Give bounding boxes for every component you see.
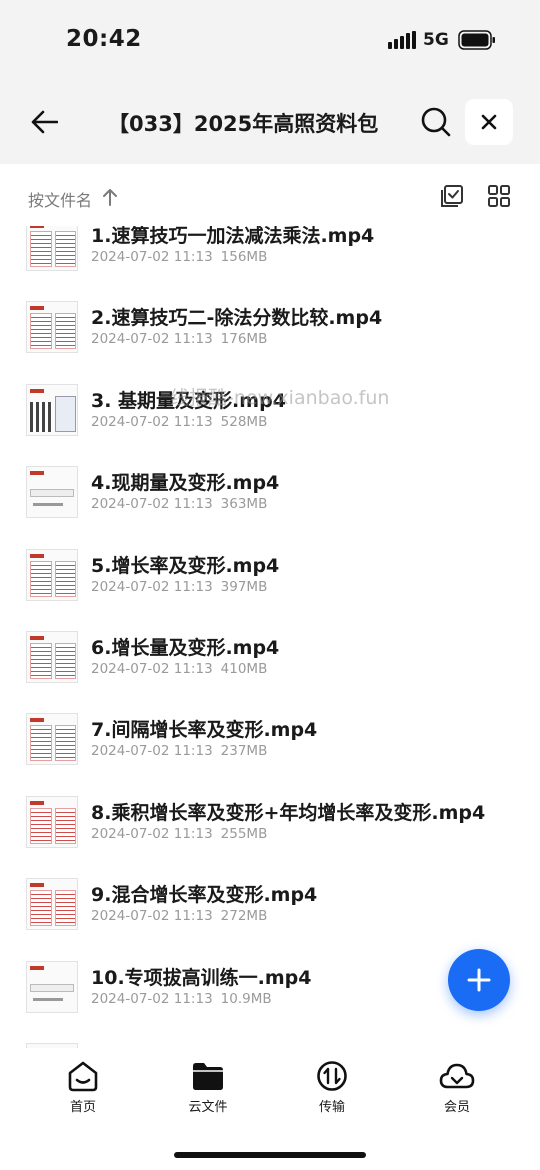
close-icon bbox=[481, 114, 497, 130]
tab-home[interactable]: 首页 bbox=[43, 1060, 123, 1130]
file-name: 9.混合增长率及变形.mp4 bbox=[91, 884, 318, 907]
grid-view-icon[interactable] bbox=[487, 184, 511, 208]
file-date: 2024-07-02 11:13 bbox=[91, 413, 213, 430]
file-row[interactable]: 1.速算技巧一加法减法乘法.mp4 2024-07-02 11:13 156MB bbox=[0, 226, 540, 287]
file-name: 1.速算技巧一加法减法乘法.mp4 bbox=[91, 226, 375, 247]
multi-select-icon[interactable] bbox=[440, 184, 464, 208]
battery-icon bbox=[458, 30, 495, 50]
file-size: 528MB bbox=[220, 413, 268, 430]
video-thumbnail bbox=[26, 713, 78, 766]
signal-icon bbox=[388, 31, 416, 49]
status-time: 20:42 bbox=[66, 26, 142, 52]
tab-home-label: 首页 bbox=[69, 1100, 96, 1115]
search-button[interactable] bbox=[418, 104, 454, 140]
status-bar: 20:42 5G bbox=[0, 0, 540, 80]
file-name: 6.增长量及变形.mp4 bbox=[91, 636, 280, 659]
tab-cloud-files-label: 云文件 bbox=[188, 1100, 228, 1115]
file-date: 2024-07-02 11:13 bbox=[91, 249, 213, 265]
sort-ascending-icon[interactable] bbox=[102, 188, 118, 206]
file-size: 363MB bbox=[220, 496, 268, 513]
file-meta: 2024-07-02 11:13 176MB bbox=[91, 331, 267, 347]
tab-transfer[interactable]: 传输 bbox=[292, 1060, 372, 1130]
file-date: 2024-07-02 11:13 bbox=[91, 908, 213, 925]
file-row[interactable]: 5.增长率及变形.mp4 2024-07-02 11:13 397MB bbox=[0, 535, 540, 617]
video-thumbnail bbox=[26, 878, 78, 931]
cloud-icon bbox=[439, 1063, 475, 1089]
file-date: 2024-07-02 11:13 bbox=[91, 496, 213, 513]
video-thumbnail bbox=[26, 960, 78, 1013]
file-meta: 2024-07-02 11:13 10.9MB bbox=[91, 991, 272, 1007]
tab-cloud-files[interactable]: 云文件 bbox=[168, 1060, 248, 1130]
watermark-text: 线报酷-new.xianbao.fun bbox=[170, 387, 390, 409]
search-icon bbox=[421, 107, 451, 137]
file-name: 7.间隔增长率及变形.mp4 bbox=[91, 719, 318, 742]
tab-membership[interactable]: 会员 bbox=[417, 1060, 497, 1130]
file-size: 237MB bbox=[220, 743, 268, 760]
file-row[interactable]: 7.间隔增长率及变形.mp4 2024-07-02 11:13 237MB bbox=[0, 699, 540, 781]
video-thumbnail bbox=[26, 630, 78, 683]
file-meta: 2024-07-02 11:13 397MB bbox=[91, 579, 267, 595]
file-size: 272MB bbox=[220, 908, 268, 925]
video-thumbnail bbox=[26, 466, 78, 519]
tab-transfer-label: 传输 bbox=[318, 1100, 345, 1115]
file-size: 410MB bbox=[220, 660, 268, 677]
file-meta: 2024-07-02 11:13 410MB bbox=[91, 661, 267, 677]
bottom-tab-bar: 首页 云文件 传输 会员 bbox=[0, 1048, 540, 1170]
file-date: 2024-07-02 11:13 bbox=[91, 331, 213, 348]
back-button[interactable] bbox=[26, 104, 62, 140]
file-meta: 2024-07-02 11:13 237MB bbox=[91, 743, 267, 759]
file-date: 2024-07-02 11:13 bbox=[91, 578, 213, 595]
folder-icon bbox=[193, 1063, 223, 1090]
file-meta: 2024-07-02 11:13 156MB bbox=[91, 249, 267, 265]
file-size: 156MB bbox=[220, 249, 268, 265]
sort-by-name-button[interactable]: 按文件名 bbox=[28, 187, 92, 211]
network-type: 5G bbox=[423, 30, 449, 50]
home-indicator[interactable] bbox=[174, 1152, 366, 1158]
nav-header: 【033】2025年高照资料包 bbox=[0, 80, 540, 164]
file-date: 2024-07-02 11:13 bbox=[91, 660, 213, 677]
file-row[interactable]: 9.混合增长率及变形.mp4 2024-07-02 11:13 272MB bbox=[0, 864, 540, 946]
file-meta: 2024-07-02 11:13 363MB bbox=[91, 496, 267, 512]
file-meta: 2024-07-02 11:13 272MB bbox=[91, 908, 267, 924]
transfer-icon bbox=[317, 1061, 347, 1091]
tab-membership-label: 会员 bbox=[443, 1100, 470, 1115]
file-name: 8.乘积增长率及变形+年均增长率及变形.mp4 bbox=[91, 801, 486, 824]
file-size: 10.9MB bbox=[220, 990, 272, 1007]
page-title: 【033】2025年高照资料包 bbox=[108, 112, 379, 136]
sort-bar: 按文件名 bbox=[0, 164, 540, 226]
file-row[interactable]: 6.增长量及变形.mp4 2024-07-02 11:13 410MB bbox=[0, 617, 540, 699]
file-date: 2024-07-02 11:13 bbox=[91, 743, 213, 760]
file-size: 176MB bbox=[220, 331, 268, 348]
file-row[interactable]: 2.速算技巧二-除法分数比较.mp4 2024-07-02 11:13 176MB bbox=[0, 287, 540, 369]
plus-icon bbox=[467, 968, 491, 992]
file-meta: 2024-07-02 11:13 528MB bbox=[91, 414, 267, 430]
back-arrow-icon bbox=[31, 110, 58, 134]
file-name: 5.增长率及变形.mp4 bbox=[91, 554, 280, 577]
video-thumbnail bbox=[26, 226, 78, 271]
video-thumbnail bbox=[26, 795, 78, 848]
video-thumbnail bbox=[26, 548, 78, 601]
file-date: 2024-07-02 11:13 bbox=[91, 825, 213, 842]
file-meta: 2024-07-02 11:13 255MB bbox=[91, 826, 267, 842]
file-name: 4.现期量及变形.mp4 bbox=[91, 472, 280, 495]
home-icon bbox=[68, 1061, 98, 1092]
file-name: 2.速算技巧二-除法分数比较.mp4 bbox=[91, 307, 383, 330]
add-button[interactable] bbox=[448, 949, 510, 1011]
file-row[interactable]: 11.比重及变形.mp4 bbox=[0, 1029, 540, 1048]
close-button[interactable] bbox=[465, 99, 513, 145]
file-list[interactable]: 1.速算技巧一加法减法乘法.mp4 2024-07-02 11:13 156MB 2.… bbox=[0, 226, 540, 1048]
video-thumbnail bbox=[26, 301, 78, 354]
file-size: 397MB bbox=[220, 578, 268, 595]
file-row[interactable]: 4.现期量及变形.mp4 2024-07-02 11:13 363MB bbox=[0, 452, 540, 534]
file-date: 2024-07-02 11:13 bbox=[91, 990, 213, 1007]
video-thumbnail bbox=[26, 383, 78, 436]
file-name: 10.专项拔高训练一.mp4 bbox=[91, 966, 312, 989]
file-size: 255MB bbox=[220, 825, 268, 842]
file-row[interactable]: 8.乘积增长率及变形+年均增长率及变形.mp4 2024-07-02 11:13 2… bbox=[0, 782, 540, 864]
